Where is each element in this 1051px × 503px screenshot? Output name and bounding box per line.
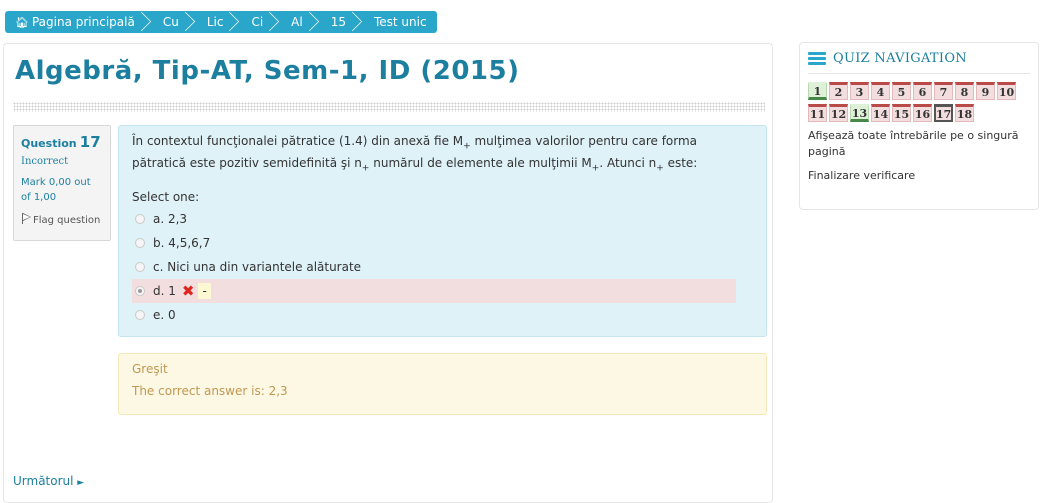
question-grade: Mark 0,00 out of 1,00 [21,177,91,203]
question-text-part: numărul de elemente ale mulţimii M [369,156,592,171]
general-feedback: Greşit [132,362,168,376]
answer-option-c[interactable]: c. Nici una din variantele alăturate [132,255,753,279]
quiz-nav-button-17[interactable]: 17 [934,104,953,122]
question-text: În contextul funcţionalei pătratice (1.4… [132,133,753,178]
answer-label: a. 2,3 [153,211,188,226]
specific-feedback: - [198,282,211,299]
answer-label: b. 4,5,6,7 [153,235,211,250]
quiz-nav-button-6[interactable]: 6 [913,82,932,100]
next-label: Următorul [13,474,74,488]
quiz-nav-button-11[interactable]: 11 [808,104,827,122]
answer-option-d[interactable]: d. 1 ✖ - [132,278,736,303]
quiz-nav-button-2[interactable]: 2 [829,82,848,100]
question-text-part: . Atunci n [599,156,657,171]
quiz-nav-button-1[interactable]: 1 [808,82,827,100]
quiz-navigation-buttons: 1 2 3 4 5 6 7 8 9 10 11 12 13 14 15 16 17 18 [808,82,1038,126]
question-number-label: Question [21,137,77,150]
quiz-navigation-block: QUIZ NAVIGATION 1 2 3 4 5 6 7 8 9 10 11 12 13 14 15 16 1… [799,42,1039,210]
home-icon: 🏠︎ [15,16,29,29]
question-content: În contextul funcţionalei pătratice (1.4… [118,125,767,337]
breadcrumb-item[interactable]: Lic [189,11,234,33]
outcome-box: Greşit The correct answer is: 2,3 [118,353,767,415]
quiz-nav-button-3[interactable]: 3 [850,82,869,100]
title-divider [13,102,765,112]
finish-review-link[interactable]: Finalizare verificare [808,168,1030,184]
correct-answer-text: The correct answer is: 2,3 [132,384,288,398]
radio-button[interactable] [135,237,145,248]
breadcrumb-item[interactable]: Al [273,11,313,33]
breadcrumb: 🏠︎ Pagina principală Cu Lic Ci Al 15 Test… [5,11,437,33]
quiz-nav-button-8[interactable]: 8 [955,82,974,100]
main-region: Algebră, Tip-AT, Sem-1, ID (2015) Questi… [3,43,773,503]
quiz-nav-button-12[interactable]: 12 [829,104,848,122]
show-all-questions-link[interactable]: Afişează toate întrebările pe o singură … [808,128,1030,160]
quiz-nav-button-18[interactable]: 18 [955,104,974,122]
arrow-right-icon: ► [77,478,85,488]
answer-list: a. 2,3 b. 4,5,6,7 c. Nici una din varian… [132,207,753,327]
quiz-nav-button-7[interactable]: 7 [934,82,953,100]
quiz-nav-button-4[interactable]: 4 [871,82,890,100]
breadcrumb-item[interactable]: Test unic [356,11,437,33]
quiz-nav-button-13[interactable]: 13 [850,104,869,122]
question-number: Question 17 [21,133,103,151]
answer-label: c. Nici una din variantele alăturate [153,259,362,274]
breadcrumb-item[interactable]: Cu [145,11,189,33]
answer-prompt: Select one: [132,189,200,204]
flag-question-label: Flag question [33,215,101,226]
question-text-part: În contextul funcţionalei pătratice (1.4… [132,134,464,148]
quiz-navigation-header: QUIZ NAVIGATION [808,51,1030,74]
quiz-nav-button-10[interactable]: 10 [997,82,1016,100]
incorrect-icon: ✖ [181,281,195,300]
question-text-part: este: [663,156,698,171]
answer-label: e. 0 [153,307,176,322]
menu-icon[interactable] [808,51,826,66]
radio-button[interactable] [135,285,145,296]
flag-icon [21,213,31,224]
radio-button[interactable] [135,309,145,320]
question-info: Question 17 Incorrect Mark 0,00 out of 1… [13,125,111,241]
breadcrumb-label: Pagina principală [31,15,135,29]
answer-option-b[interactable]: b. 4,5,6,7 [132,231,753,255]
breadcrumb-item[interactable]: Ci [233,11,273,33]
quiz-nav-button-5[interactable]: 5 [892,82,911,100]
answer-label: d. 1 [153,283,176,298]
breadcrumb-home[interactable]: 🏠︎ Pagina principală [5,11,145,33]
quiz-nav-button-15[interactable]: 15 [892,104,911,122]
next-page-link[interactable]: Următorul ► [13,474,84,488]
question-state: Incorrect [21,156,69,167]
page-title: Algebră, Tip-AT, Sem-1, ID (2015) [15,56,520,86]
subscript: + [463,141,471,152]
radio-button[interactable] [135,261,145,272]
quiz-navigation-title: QUIZ NAVIGATION [833,51,967,66]
subscript: + [656,163,664,174]
quiz-nav-button-16[interactable]: 16 [913,104,932,122]
radio-button[interactable] [135,213,145,224]
breadcrumb-item[interactable]: 15 [313,11,356,33]
question-number-value: 17 [79,133,101,151]
flag-question-link[interactable]: Flag question [21,213,103,226]
quiz-nav-button-9[interactable]: 9 [976,82,995,100]
answer-option-a[interactable]: a. 2,3 [132,207,753,231]
answer-option-e[interactable]: e. 0 [132,303,753,327]
quiz-nav-button-14[interactable]: 14 [871,104,890,122]
